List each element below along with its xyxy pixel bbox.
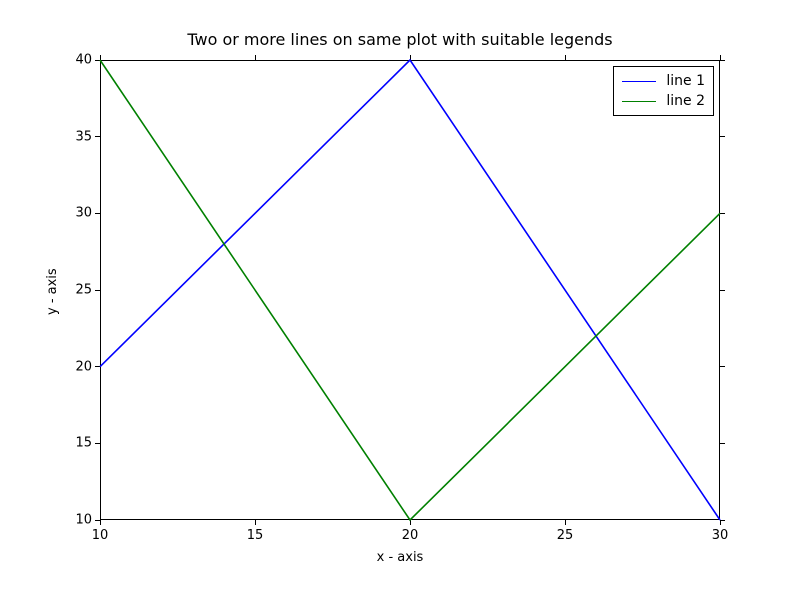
legend-swatch <box>622 81 656 82</box>
legend-label: line 1 <box>666 73 705 89</box>
legend-row: line 1 <box>618 71 705 91</box>
series-line-2 <box>100 60 720 520</box>
legend: line 1 line 2 <box>613 66 714 116</box>
legend-swatch <box>622 101 656 102</box>
series-line-1 <box>100 60 720 520</box>
legend-row: line 2 <box>618 91 705 111</box>
legend-label: line 2 <box>666 93 705 109</box>
